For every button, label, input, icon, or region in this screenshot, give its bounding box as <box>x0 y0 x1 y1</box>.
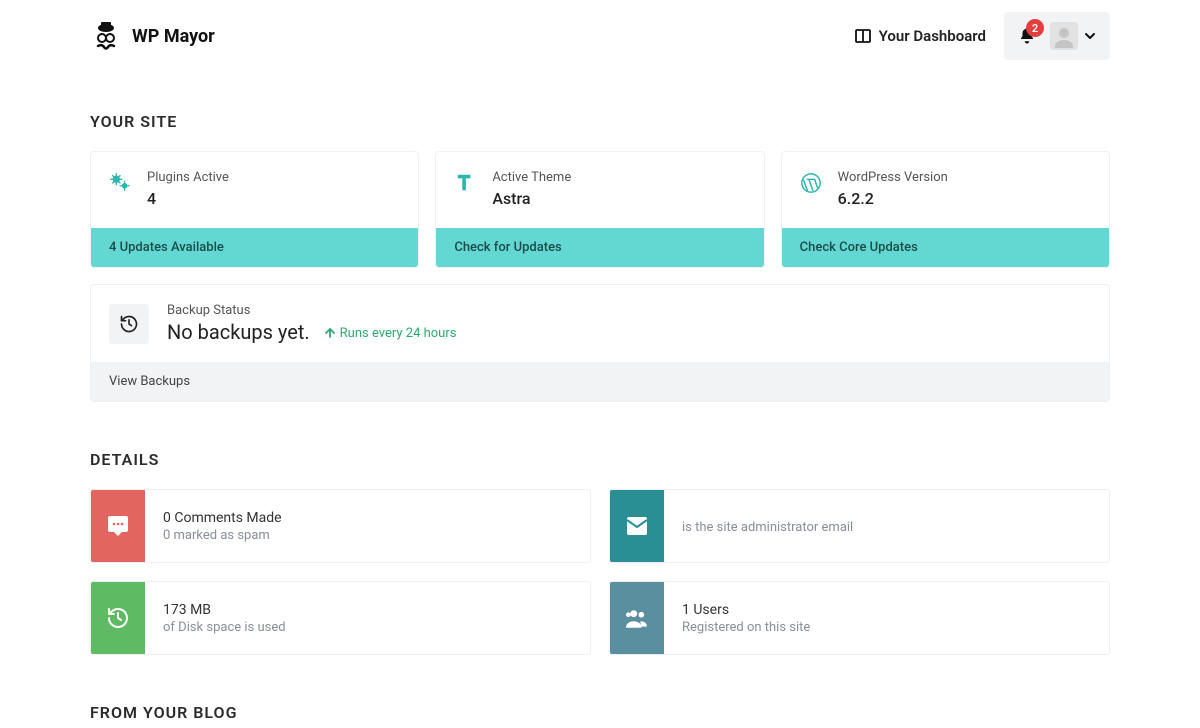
users-line2: Registered on this site <box>682 620 810 635</box>
dashboard-link-label: Your Dashboard <box>879 27 986 45</box>
wordpress-icon <box>800 172 822 194</box>
theme-label: Active Theme <box>492 170 571 185</box>
plugins-card: Plugins Active 4 4 Updates Available <box>90 151 419 268</box>
plugins-icon <box>109 172 131 194</box>
view-backups-link[interactable]: View Backups <box>91 362 1109 401</box>
user-box: 2 <box>1004 12 1110 60</box>
email-icon <box>610 490 664 562</box>
section-title-details: DETAILS <box>90 450 1110 469</box>
section-title-site: YOUR SITE <box>90 112 1110 131</box>
comments-line2: 0 marked as spam <box>163 528 282 543</box>
comments-line1: 0 Comments Made <box>163 510 282 526</box>
plugins-value: 4 <box>147 189 229 208</box>
brand-logo-icon <box>90 20 122 52</box>
plugins-updates-link[interactable]: 4 Updates Available <box>91 228 418 267</box>
theme-value: Astra <box>492 189 571 208</box>
section-title-blog: FROM YOUR BLOG <box>90 703 1110 722</box>
details-grid: 0 Comments Made 0 marked as spam is the … <box>90 489 1110 655</box>
backup-schedule: Runs every 24 hours <box>324 326 457 341</box>
email-card: is the site administrator email <box>609 489 1110 563</box>
users-card: 1 Users Registered on this site <box>609 581 1110 655</box>
plugins-label: Plugins Active <box>147 170 229 185</box>
backup-label: Backup Status <box>167 303 456 318</box>
theme-icon <box>454 172 476 194</box>
wp-label: WordPress Version <box>838 170 948 185</box>
comments-card: 0 Comments Made 0 marked as spam <box>90 489 591 563</box>
chevron-down-icon <box>1084 30 1096 42</box>
backup-status: No backups yet. <box>167 320 310 344</box>
columns-icon <box>855 28 871 44</box>
brand-name: WP Mayor <box>132 26 215 47</box>
users-line1: 1 Users <box>682 602 810 618</box>
avatar-icon <box>1050 22 1078 50</box>
disk-icon <box>91 582 145 654</box>
disk-card: 173 MB of Disk space is used <box>90 581 591 655</box>
history-icon <box>109 304 149 344</box>
backup-card: Backup Status No backups yet. Runs every… <box>90 284 1110 402</box>
theme-card: Active Theme Astra Check for Updates <box>435 151 764 268</box>
wp-value: 6.2.2 <box>838 189 948 208</box>
brand[interactable]: WP Mayor <box>90 20 215 52</box>
wp-updates-link[interactable]: Check Core Updates <box>782 228 1109 267</box>
notification-badge: 2 <box>1026 19 1044 37</box>
arrow-up-icon <box>324 327 336 339</box>
comments-icon <box>91 490 145 562</box>
notifications-button[interactable]: 2 <box>1018 27 1036 45</box>
email-line2: is the site administrator email <box>682 520 853 535</box>
users-icon <box>610 582 664 654</box>
header: WP Mayor Your Dashboard <box>90 8 1110 64</box>
user-menu[interactable] <box>1050 22 1096 50</box>
site-cards-row: Plugins Active 4 4 Updates Available Act… <box>90 151 1110 268</box>
wp-card: WordPress Version 6.2.2 Check Core Updat… <box>781 151 1110 268</box>
disk-line1: 173 MB <box>163 602 286 618</box>
dashboard-link[interactable]: Your Dashboard <box>855 27 986 45</box>
disk-line2: of Disk space is used <box>163 620 286 635</box>
backup-schedule-text: Runs every 24 hours <box>340 326 457 341</box>
theme-updates-link[interactable]: Check for Updates <box>436 228 763 267</box>
